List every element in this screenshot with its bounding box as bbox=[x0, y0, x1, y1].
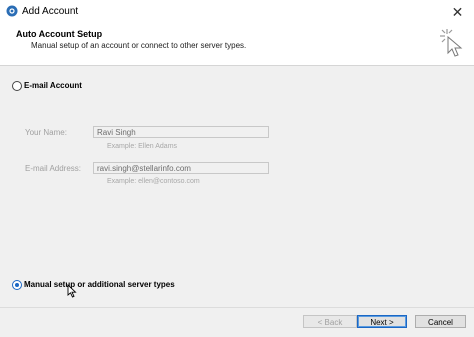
your-name-field[interactable]: Ravi Singh bbox=[93, 126, 269, 138]
wizard-header: Auto Account Setup Manual setup of an ac… bbox=[0, 24, 474, 66]
email-account-radio[interactable] bbox=[12, 81, 22, 91]
outlook-icon bbox=[6, 5, 18, 17]
header-title: Auto Account Setup bbox=[16, 29, 103, 39]
close-button[interactable]: ✕ bbox=[441, 0, 474, 24]
your-name-label: Your Name: bbox=[25, 128, 67, 137]
email-address-example: Example: ellen@contoso.com bbox=[107, 178, 200, 185]
email-account-label[interactable]: E-mail Account bbox=[24, 81, 82, 90]
manual-setup-label[interactable]: Manual setup or additional server types bbox=[24, 280, 175, 289]
wizard-sparkle-icon bbox=[440, 29, 463, 57]
email-address-label: E-mail Address: bbox=[25, 164, 82, 173]
manual-setup-radio[interactable] bbox=[12, 280, 22, 290]
email-address-field[interactable]: ravi.singh@stellarinfo.com bbox=[93, 162, 269, 174]
close-icon: ✕ bbox=[451, 4, 464, 20]
window-title: Add Account bbox=[22, 6, 79, 17]
next-button[interactable]: Next > bbox=[357, 315, 407, 328]
title-bar: Add Account ✕ bbox=[0, 0, 474, 24]
your-name-example: Example: Ellen Adams bbox=[107, 143, 178, 150]
mouse-cursor-icon bbox=[67, 284, 77, 298]
header-subtitle: Manual setup of an account or connect to… bbox=[31, 41, 247, 50]
footer-divider bbox=[0, 307, 474, 308]
cancel-button[interactable]: Cancel bbox=[415, 315, 466, 328]
back-button[interactable]: < Back bbox=[303, 315, 357, 328]
